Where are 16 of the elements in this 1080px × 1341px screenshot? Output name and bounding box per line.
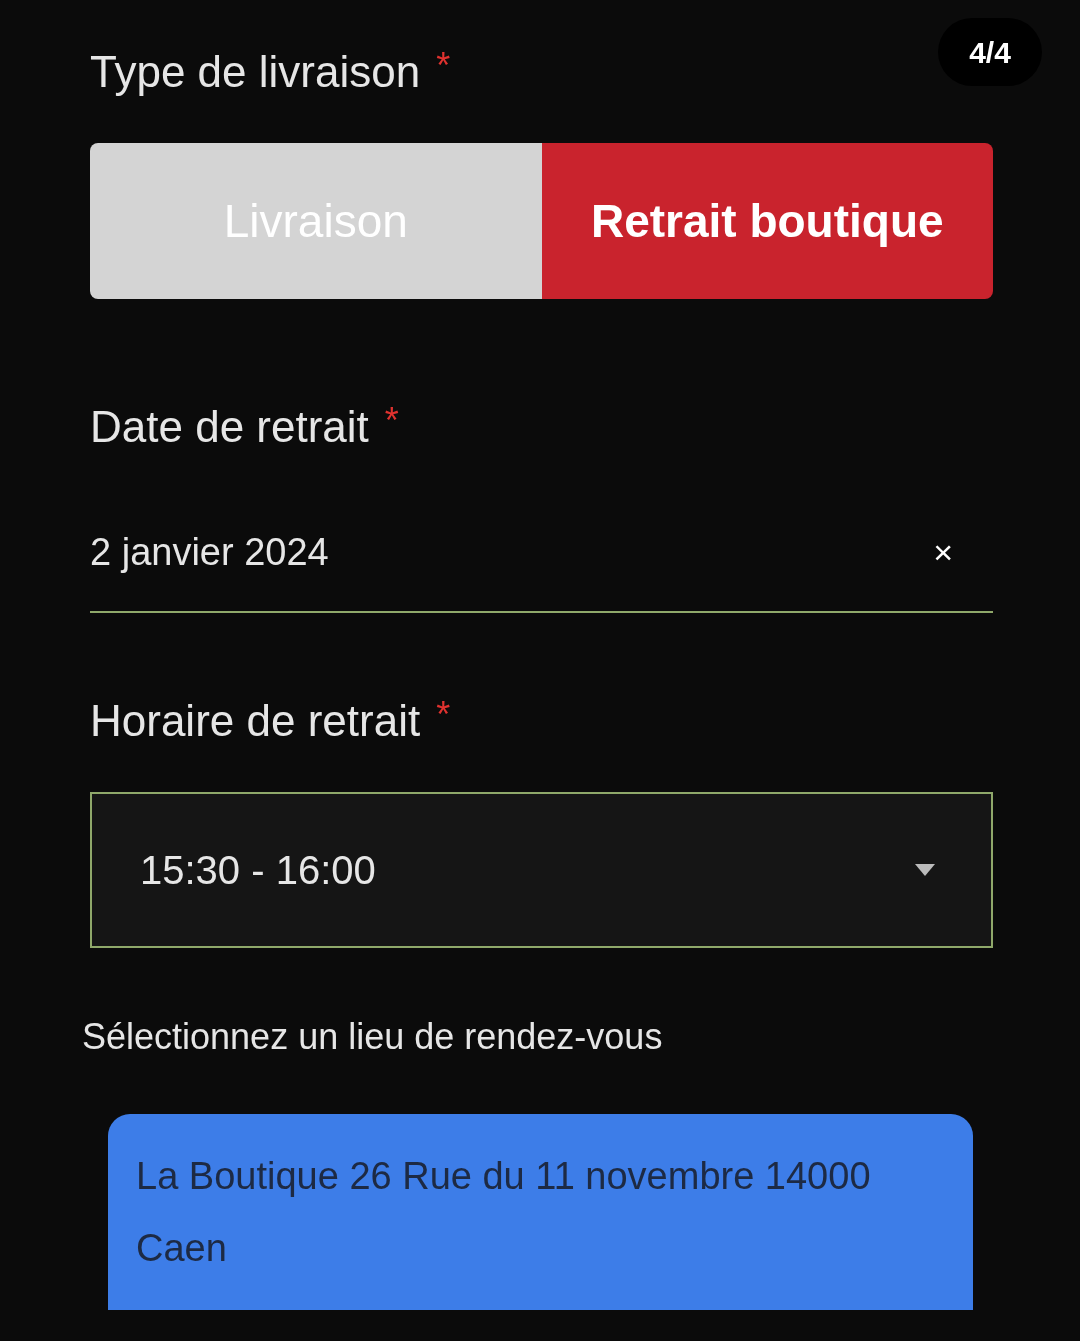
delivery-option-tab[interactable]: Retrait boutique bbox=[541, 143, 993, 299]
field-label: Type de livraison bbox=[90, 46, 421, 98]
required-mark: * bbox=[436, 48, 451, 84]
time-select[interactable]: 15:30 - 16:00 bbox=[90, 792, 993, 948]
location-prompt: Sélectionnez un lieu de rendez-vous bbox=[82, 1015, 664, 1059]
field-label: Horaire de retrait bbox=[90, 695, 421, 747]
required-mark: * bbox=[384, 403, 399, 439]
clear-button[interactable]: × bbox=[933, 527, 953, 578]
location-option[interactable]: La Boutique 26 Rue du 11 novembre 14000 Caen bbox=[108, 1114, 973, 1311]
dropdown-caret-icon bbox=[915, 864, 935, 876]
time-value: 15:30 - 16:00 bbox=[140, 847, 376, 894]
page-counter: 4/4 bbox=[938, 18, 1042, 86]
date-value: 2 janvier 2024 bbox=[90, 530, 329, 575]
required-mark: * bbox=[436, 697, 451, 733]
field-label: Date de retrait bbox=[90, 401, 369, 453]
date-field[interactable]: 2 janvier 2024 × bbox=[90, 524, 993, 613]
